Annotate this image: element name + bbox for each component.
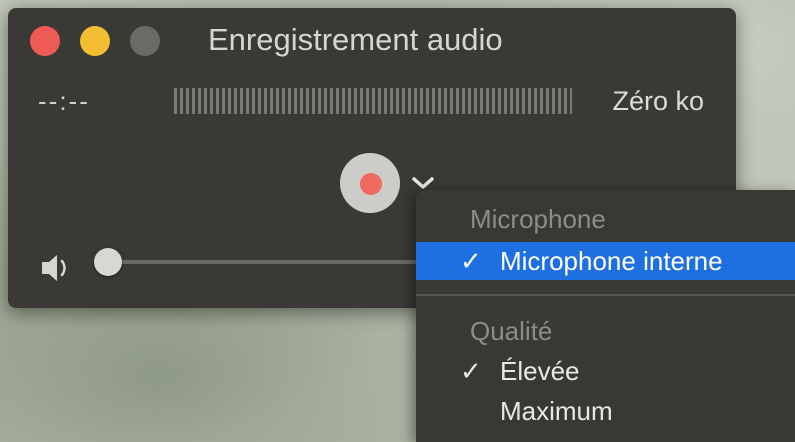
menu-item-quality-maximum[interactable]: Maximum: [416, 392, 795, 430]
record-button[interactable]: [340, 153, 400, 213]
menu-item-label: Maximum: [500, 396, 613, 426]
menu-separator: [416, 294, 795, 296]
minimize-button[interactable]: [80, 26, 110, 56]
menu-item-label: Microphone interne: [500, 246, 723, 276]
audio-level-meter: [174, 88, 572, 114]
menu-header-quality: Qualité: [470, 316, 553, 346]
menu-item-label: Élevée: [500, 356, 580, 386]
menu-item-microphone-interne[interactable]: ✓ Microphone interne: [416, 242, 795, 280]
close-button[interactable]: [30, 26, 60, 56]
menu-item-quality-elevee[interactable]: ✓ Élevée: [416, 352, 795, 390]
zoom-button[interactable]: [130, 26, 160, 56]
menu-header-microphone: Microphone: [470, 204, 606, 234]
file-size: Zéro ko: [612, 86, 704, 116]
volume-slider-thumb[interactable]: [94, 248, 122, 276]
elapsed-time: --:--: [38, 86, 90, 116]
checkmark-icon: ✓: [460, 246, 482, 276]
window-title: Enregistrement audio: [208, 22, 503, 57]
checkmark-icon: ✓: [460, 356, 482, 386]
speaker-icon: [36, 248, 76, 288]
record-icon: [360, 173, 382, 195]
options-dropdown-menu: Microphone ✓ Microphone interne Qualité …: [416, 190, 795, 442]
volume-slider-track[interactable]: [108, 260, 418, 264]
